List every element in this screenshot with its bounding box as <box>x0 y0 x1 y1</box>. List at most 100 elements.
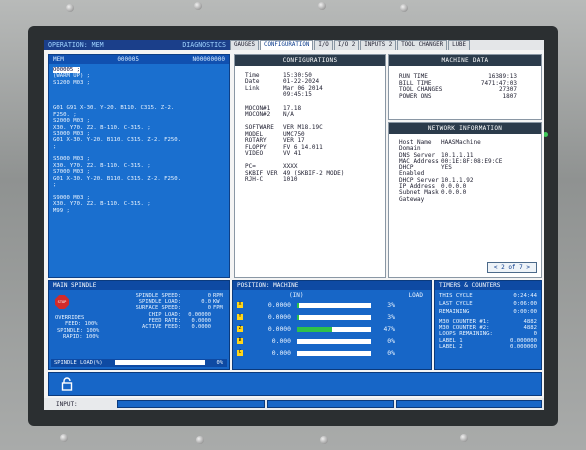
timers-title: TIMERS & COUNTERS <box>435 281 541 290</box>
spindle-values: 0 0.0 0 0.00000 0.0000 0.0000 <box>188 293 211 331</box>
operation-header: OPERATION: MEM DIAGNOSTICS <box>44 40 230 50</box>
network-value: 0.0.0.0 <box>441 189 467 197</box>
axis-load-value: 47% <box>383 325 395 333</box>
position-title: POSITION: MACHINE <box>233 281 431 290</box>
axis-position: 0.0000 <box>267 301 291 309</box>
machine-data-value: 1807 <box>502 92 517 100</box>
spindle-labels: SPINDLE SPEED: SPINDLE LOAD: SURFACE SPE… <box>135 293 181 331</box>
axis-load-bar <box>297 338 371 344</box>
position-row: C 0.000 0% <box>237 349 395 357</box>
machine-data-panel: MACHINE DATA RUN TIME 16389:13 BILL TIME 74… <box>388 54 542 120</box>
program-listing[interactable]: O00005 ; (WARM UP) ; S1200 M03 ; G01 G91 X-… <box>49 64 229 217</box>
rjh-row: RJH-C 1010 <box>245 176 298 184</box>
network-row: DHCP Enabled YES <box>389 165 541 178</box>
input-label: INPUT: <box>56 400 78 408</box>
tab-inputs-2[interactable]: INPUTS 2 <box>360 40 397 50</box>
tab-lube[interactable]: LUBE <box>448 40 471 50</box>
network-label: DHCP Enabled <box>399 164 425 178</box>
tab-gauges[interactable]: GAUGES <box>230 40 259 50</box>
network-value: YES <box>441 164 452 172</box>
axis-label-c: C <box>237 350 243 356</box>
input-field-3[interactable] <box>396 400 542 408</box>
lock-icon[interactable] <box>61 377 73 391</box>
axis-position: 0.0000 <box>267 313 291 321</box>
network-row: Gateway <box>389 195 541 203</box>
screw-icon <box>320 436 328 444</box>
axis-label-z: Z <box>237 326 243 332</box>
axis-load-value: 3% <box>387 301 395 309</box>
position-row: X 0.0000 3% <box>237 301 395 309</box>
counter-label: LABEL 2 <box>439 343 463 350</box>
program-file: N00000000 <box>192 56 225 63</box>
configuration-title: CONFIGURATIONS <box>235 55 385 66</box>
overrides: OVERRIDES FEED: 100% SPINDLE: 100% RAPID… <box>55 315 100 341</box>
network-panel: NETWORK INFORMATION Host Name HAASMachine… <box>388 122 542 278</box>
screw-icon <box>196 436 204 444</box>
input-bar: INPUT: <box>44 398 544 410</box>
input-field[interactable] <box>116 400 265 408</box>
position-row: Y 0.0000 3% <box>237 313 395 321</box>
axis-load-bar <box>297 314 371 320</box>
axis-label-b: B <box>237 338 243 344</box>
timer-row: THIS CYCLE 0:24:44 <box>435 292 541 300</box>
spindle-units: RPM KW FPM <box>213 293 223 312</box>
network-label: Gateway <box>399 195 425 203</box>
network-value: HAASMachine <box>441 139 481 146</box>
timer-value: 0:00:00 <box>513 309 537 315</box>
cnc-screen: OPERATION: MEM DIAGNOSTICS GAUGES CONFIG… <box>44 40 544 410</box>
axis-load-fill <box>297 314 300 320</box>
screw-icon <box>318 2 326 10</box>
axis-load-fill <box>297 326 332 332</box>
timer-label: REMAINING <box>439 309 470 315</box>
program-line: M99 ; <box>53 207 70 214</box>
stop-icon: STOP <box>55 295 69 309</box>
axis-load-fill <box>297 302 300 308</box>
timer-value: 0:24:44 <box>513 293 537 299</box>
axis-load-value: 0% <box>387 349 395 357</box>
counter-value: 0.000000 <box>510 343 537 350</box>
machine-data-title: MACHINE DATA <box>389 55 541 66</box>
axis-position: 0.0000 <box>267 325 291 333</box>
screw-icon <box>66 4 74 12</box>
machine-data-label: POWER ONS <box>399 92 432 100</box>
tab-configuration[interactable]: CONFIGURATION <box>259 40 314 50</box>
spindle-title: MAIN SPINDLE <box>49 281 229 290</box>
page-indicator[interactable]: < 2 of 7 > <box>486 262 537 273</box>
program-number: 000005 <box>117 56 139 63</box>
counter-row: LABEL 2 0.000000 <box>435 344 541 350</box>
axis-load-bar <box>297 350 371 356</box>
position-panel: POSITION: MACHINE (IN) LOAD X 0.0000 3% Y 0.… <box>232 280 432 370</box>
lock-bar <box>48 372 542 396</box>
timers-panel: TIMERS & COUNTERS THIS CYCLE 0:24:44 LAST … <box>434 280 542 370</box>
axis-label-y: Y <box>237 314 243 320</box>
axis-load-bar <box>297 326 371 332</box>
spindle-load-bar: SPINDLE LOAD(%) 0% <box>51 359 227 367</box>
timer-row: LAST CYCLE 0:06:00 <box>435 300 541 308</box>
axis-label-x: X <box>237 302 243 308</box>
machine-data-row: POWER ONS 1807 <box>389 92 541 101</box>
axis-load-bar <box>297 302 371 308</box>
position-row: B 0.000 0% <box>237 337 395 345</box>
program-pane[interactable]: MEM 000005 N00000000 O00005 ; (WARM UP) ;… <box>48 54 230 278</box>
page-title: DIAGNOSTICS <box>182 41 226 49</box>
configuration-panel: CONFIGURATIONS Time 15:30:50 Date 01-22-20… <box>234 54 386 278</box>
tab-bar: GAUGES CONFIGURATION I/O I/O 2 INPUTS 2 … <box>230 40 544 50</box>
screw-icon <box>400 4 408 12</box>
timer-label: THIS CYCLE <box>439 293 473 299</box>
program-label: MEM <box>53 56 64 63</box>
program-header: MEM 000005 N00000000 <box>49 55 229 64</box>
axis-load-value: 3% <box>387 313 395 321</box>
network-title: NETWORK INFORMATION <box>389 123 541 134</box>
main-spindle-panel: MAIN SPINDLE STOP SPINDLE SPEED: SPINDLE… <box>48 280 230 370</box>
timer-row: REMAINING 0:00:00 <box>435 308 541 316</box>
tab-io[interactable]: I/O <box>314 40 333 50</box>
timer-label: LAST CYCLE <box>439 301 473 307</box>
input-field-2[interactable] <box>266 400 395 408</box>
tab-tool-changer[interactable]: TOOL CHANGER <box>397 40 448 50</box>
axis-position: 0.000 <box>271 349 291 357</box>
load-header: LOAD <box>408 292 423 299</box>
tab-io-2[interactable]: I/O 2 <box>333 40 360 50</box>
position-row: Z 0.0000 47% <box>237 325 395 333</box>
axis-position: 0.000 <box>271 337 291 345</box>
position-unit: (IN) <box>289 292 304 299</box>
